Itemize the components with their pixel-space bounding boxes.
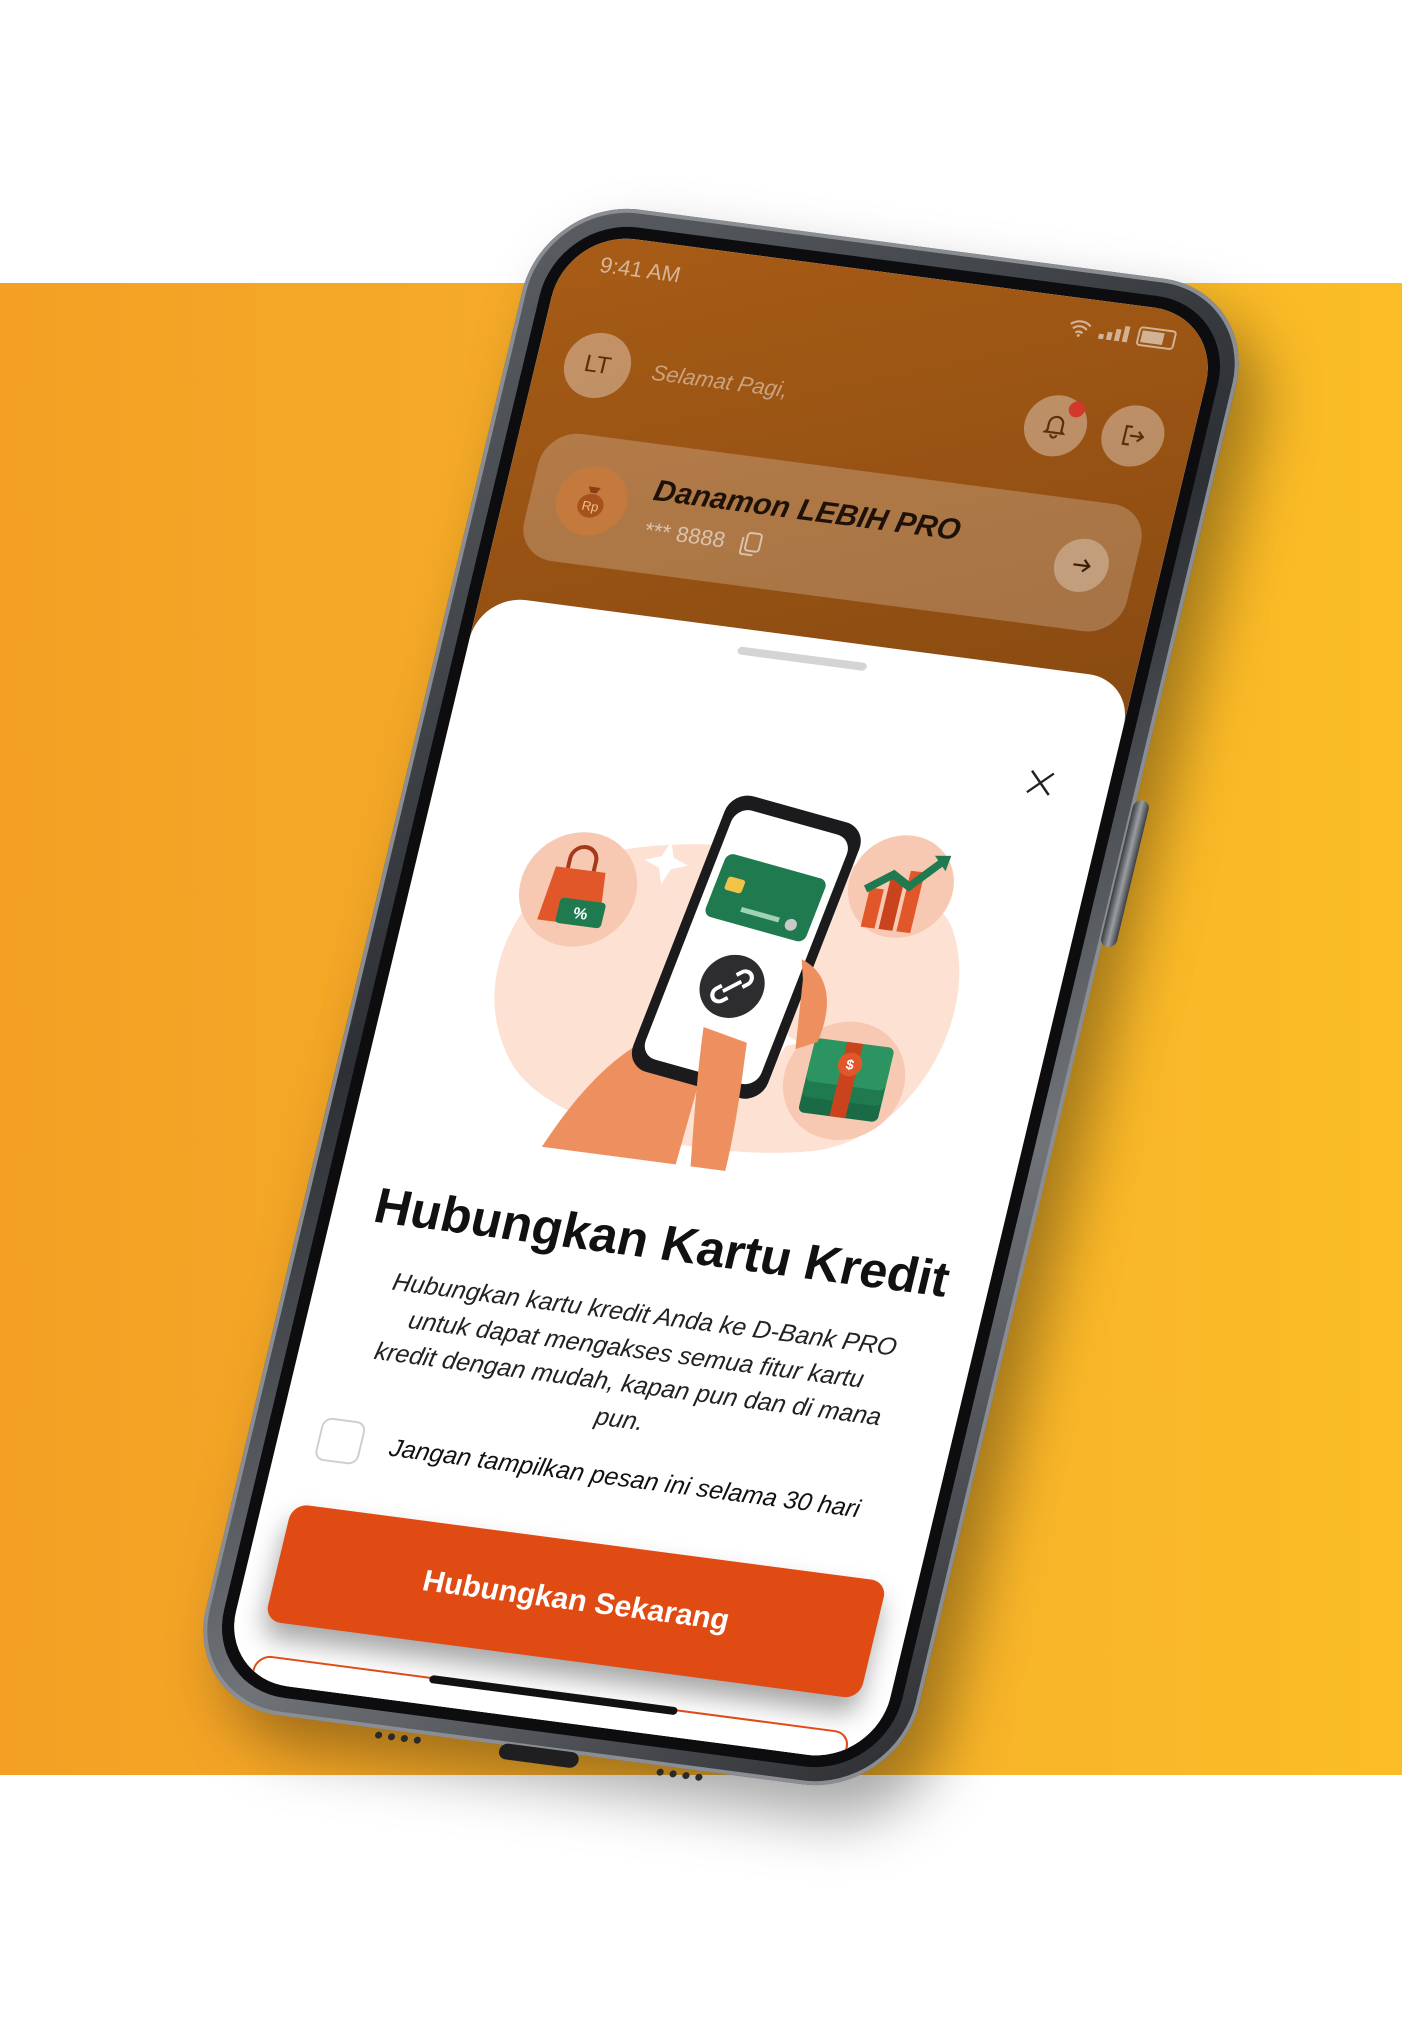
status-time: 9:41 AM [597, 251, 684, 287]
dont-show-again-checkbox[interactable] [313, 1416, 368, 1465]
logout-button[interactable] [1094, 401, 1171, 470]
credit-card-link-illustration: % $ [494, 795, 960, 1171]
copy-icon[interactable] [736, 529, 766, 558]
sheet-handle[interactable] [736, 645, 868, 671]
battery-icon [1135, 325, 1178, 350]
header-actions [1017, 390, 1171, 470]
account-arrow-button[interactable] [1048, 534, 1115, 595]
avatar[interactable]: LT [557, 328, 638, 402]
account-number: *** 8888 [642, 516, 729, 552]
money-bag-icon: Rp [548, 461, 635, 540]
speaker-grille-left [374, 1730, 422, 1744]
close-button[interactable] [1013, 758, 1067, 807]
notification-dot [1067, 400, 1087, 418]
wifi-icon [1070, 319, 1092, 337]
logout-icon [1121, 424, 1145, 446]
account-info: Danamon LEBIH PRO *** 8888 [642, 474, 964, 583]
notification-button[interactable] [1017, 390, 1094, 460]
speaker-grille-right [656, 1767, 704, 1781]
status-icons [1066, 316, 1178, 350]
arrow-right-icon [1073, 558, 1091, 572]
close-icon [1026, 769, 1055, 796]
money-bag-label: Rp [580, 497, 600, 514]
greeting-text: Selamat Pagi, [649, 359, 791, 402]
signal-icon [1097, 322, 1131, 342]
